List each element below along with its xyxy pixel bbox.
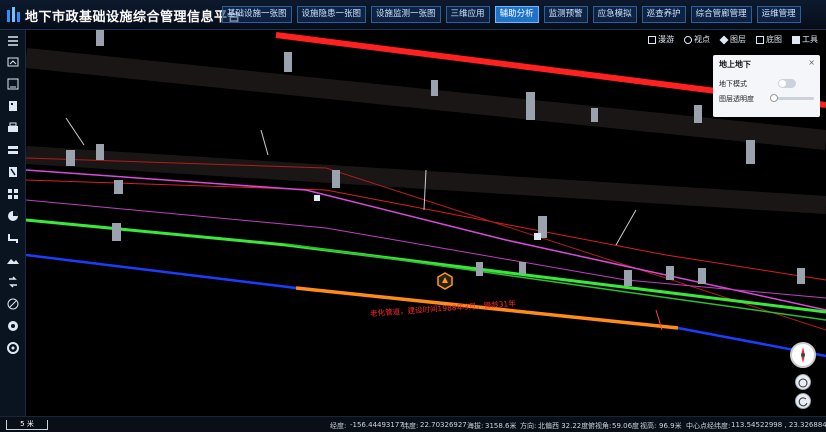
pipe-green-main [26, 218, 826, 314]
cross-section-icon[interactable] [6, 77, 20, 91]
refresh-icon [798, 397, 808, 407]
status-bar: 5 米 经度: -156.44493177 纬度: 22.70326927 海拔… [0, 416, 826, 432]
reset-view-button[interactable] [795, 393, 811, 409]
nav-emergency-simulation[interactable]: 应急模拟 [592, 6, 637, 23]
compass-icon [801, 347, 805, 363]
view-height-value: 96.9米 [659, 422, 682, 430]
platform-logo-icon [7, 7, 20, 22]
building-icon[interactable] [6, 99, 20, 113]
map-toolbar: 漫游 视点 图层 底图 工具 [648, 34, 818, 45]
3d-pipeline-map[interactable] [26, 30, 826, 416]
nav-infrastructure-map[interactable]: 基础设施一张图 [222, 6, 292, 23]
basemap-icon [756, 35, 764, 44]
layers-icon [719, 34, 729, 45]
grid-icon[interactable] [6, 187, 20, 201]
altitude-label: 海拔: [467, 422, 484, 430]
basemap-button[interactable]: 底图 [756, 34, 782, 45]
app-header: 地下市政基础设施综合管理信息平台 基础设施一张图 设施隐患一张图 设施监测一张图… [0, 0, 826, 30]
pipe-green-secondary [285, 243, 826, 321]
eye-icon [684, 35, 692, 44]
flow-direction-icon[interactable] [6, 275, 20, 289]
valve-icon[interactable] [6, 297, 20, 311]
layer-opacity-slider[interactable] [770, 94, 814, 102]
terrain-icon[interactable] [6, 253, 20, 267]
panel-title: 地上地下 [719, 60, 751, 69]
settings-analysis-icon[interactable] [6, 319, 20, 333]
heading-label: 方向: [520, 422, 537, 430]
main-nav: 基础设施一张图 设施隐患一张图 设施监测一张图 三维应用 辅助分析 监测预警 应… [222, 6, 806, 23]
nav-monitoring-map[interactable]: 设施监测一张图 [371, 6, 441, 23]
rotate-icon [798, 378, 808, 388]
view-height-label: 视高: [640, 422, 657, 430]
above-below-ground-panel: 地上地下 × 地下模式 图层透明度 [713, 55, 820, 117]
left-toolbar [0, 30, 26, 416]
underground-mode-toggle[interactable] [778, 79, 796, 88]
nav-utility-tunnel-management[interactable]: 综合管廊管理 [690, 6, 752, 23]
valve-node [534, 233, 541, 240]
nav-hazard-map[interactable]: 设施隐患一张图 [296, 6, 367, 23]
connection-icon[interactable] [6, 231, 20, 245]
nav-operations-management[interactable]: 运维管理 [756, 6, 801, 23]
longitude-label: 经度: [330, 422, 347, 430]
layer-opacity-handle[interactable] [770, 94, 779, 102]
print-icon[interactable] [6, 121, 20, 135]
road-band-upper [26, 48, 826, 150]
gear-icon[interactable] [6, 341, 20, 355]
compass-control[interactable] [790, 342, 816, 368]
roam-icon [648, 35, 656, 44]
close-icon[interactable]: × [808, 58, 815, 67]
junction-node [314, 195, 320, 201]
pitch-value: 59.06度 [612, 422, 640, 430]
pipe-blue-left [26, 253, 297, 290]
app-title: 地下市政基础设施综合管理信息平台 [25, 10, 242, 25]
roam-button[interactable]: 漫游 [648, 34, 674, 45]
rotate-view-button[interactable] [795, 374, 811, 390]
toolbox-icon [792, 35, 800, 44]
menu-icon[interactable] [6, 34, 20, 48]
nav-3d-application[interactable]: 三维应用 [445, 6, 490, 23]
nav-inspection-maintenance[interactable]: 巡查养护 [641, 6, 686, 23]
latitude-value: 22.70326927 [420, 421, 467, 429]
nav-auxiliary-analysis[interactable]: 辅助分析 [494, 6, 539, 23]
layer-opacity-label: 图层透明度 [719, 95, 754, 103]
longitude-value: -156.44493177 [350, 421, 404, 429]
viewpoint-button[interactable]: 视点 [684, 34, 710, 45]
tools-button[interactable]: 工具 [792, 34, 818, 45]
altitude-value: 3158.6米 [485, 422, 517, 430]
center-coordinate-value: 113.54522998 , 23.32688439 [731, 421, 826, 429]
center-coordinate-label: 中心点经纬度: [686, 422, 731, 430]
layers-stack-icon[interactable] [6, 143, 20, 157]
latitude-label: 纬度: [402, 422, 419, 430]
underground-mode-label: 地下模式 [719, 80, 747, 88]
pie-analysis-icon[interactable] [6, 209, 20, 223]
warning-marker-icon[interactable] [437, 272, 453, 292]
scale-bar: 5 米 [6, 420, 48, 430]
document-icon[interactable] [6, 165, 20, 179]
heading-value: 北偏西 32.22度 [538, 422, 589, 430]
nav-monitoring-warning[interactable]: 监测预警 [543, 6, 588, 23]
pitch-label: 俯视角: [588, 422, 612, 430]
layers-button[interactable]: 图层 [719, 34, 746, 45]
measure-icon[interactable] [6, 55, 20, 69]
